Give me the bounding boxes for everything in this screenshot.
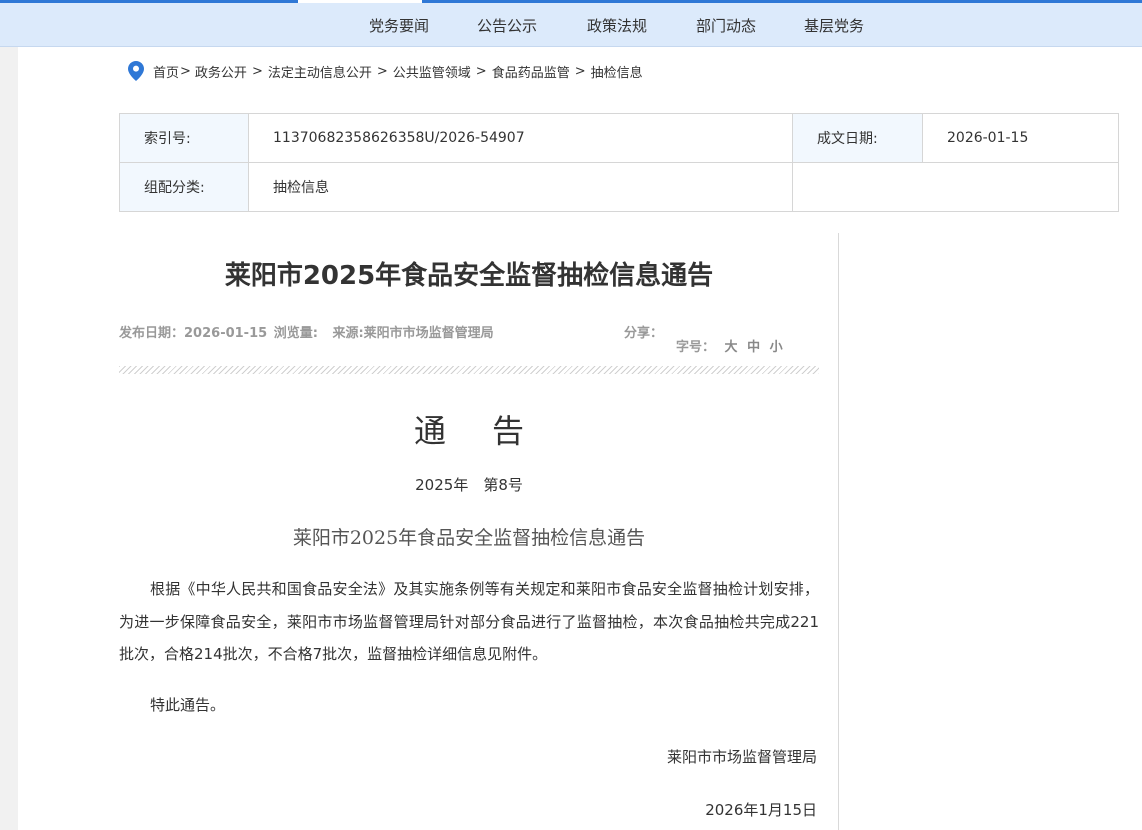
publish-date-label: 发布日期： bbox=[119, 326, 185, 341]
notice-heading: 通告 bbox=[413, 412, 570, 450]
breadcrumb-gov-affairs[interactable]: 政务公开 bbox=[195, 62, 247, 81]
publish-date-value: 2026-01-15 bbox=[184, 326, 268, 341]
views-label: 浏览量: bbox=[273, 326, 318, 341]
breadcrumb-statutory-info[interactable]: 法定主动信息公开 bbox=[268, 62, 372, 81]
font-size-small-button[interactable]: 小 bbox=[770, 340, 783, 355]
breadcrumb: 首页 > 政务公开 > 法定主动信息公开 > 公共监管领域 > 食品药品监管 >… bbox=[128, 60, 643, 82]
nav-active-indicator bbox=[298, 0, 422, 3]
category-value: 抽检信息 bbox=[248, 162, 793, 212]
signing-date: 2026年1月15日 bbox=[705, 801, 817, 819]
breadcrumb-separator: > bbox=[574, 63, 586, 79]
index-number-label: 索引号: bbox=[119, 113, 249, 163]
signing-authority: 莱阳市市场监督管理局 bbox=[666, 748, 817, 766]
category-label: 组配分类: bbox=[119, 162, 249, 212]
breadcrumb-inspection-info[interactable]: 抽检信息 bbox=[591, 62, 643, 81]
column-divider bbox=[838, 233, 839, 830]
notice-number: 2025年 第8号 bbox=[415, 476, 523, 494]
font-size-control: 字号： 大 中 小 bbox=[676, 336, 783, 355]
share-label: 分享： bbox=[624, 326, 664, 341]
source-value: 莱阳市市场监督管理局 bbox=[363, 326, 494, 341]
location-pin-icon bbox=[128, 61, 144, 81]
nav-item-policies[interactable]: 政策法规 bbox=[587, 15, 647, 36]
font-size-large-button[interactable]: 大 bbox=[725, 340, 738, 355]
meta-row: 索引号: 11370682358626358U/2026-54907 成文日期:… bbox=[119, 113, 1119, 163]
empty-cell bbox=[792, 162, 1119, 212]
breadcrumb-home[interactable]: 首页 bbox=[153, 62, 179, 81]
nav-item-party-news[interactable]: 党务要闻 bbox=[369, 15, 429, 36]
document-meta-table: 索引号: 11370682358626358U/2026-54907 成文日期:… bbox=[119, 113, 1119, 212]
breadcrumb-public-regulation[interactable]: 公共监管领域 bbox=[393, 62, 471, 81]
breadcrumb-separator: > bbox=[251, 63, 263, 79]
font-size-label: 字号： bbox=[676, 340, 716, 355]
notice-subtitle: 莱阳市2025年食品安全监督抽检信息通告 bbox=[292, 527, 646, 549]
issue-date-value: 2026-01-15 bbox=[922, 113, 1119, 163]
article-title: 莱阳市2025年食品安全监督抽检信息通告 bbox=[224, 261, 714, 291]
issue-date-label: 成文日期: bbox=[792, 113, 923, 163]
breadcrumb-separator: > bbox=[475, 63, 487, 79]
article-info-line: 发布日期：2026-01-15 浏览量: 来源:莱阳市市场监督管理局 bbox=[119, 322, 494, 341]
source-label: 来源: bbox=[332, 326, 364, 341]
notice-body-paragraph: 根据《中华人民共和国食品安全法》及其实施条例等有关规定和莱阳市食品安全监督抽检计… bbox=[119, 580, 819, 663]
closing-line: 特此通告。 bbox=[150, 696, 226, 714]
meta-row: 组配分类: 抽检信息 bbox=[119, 162, 1119, 212]
nav-item-grassroots[interactable]: 基层党务 bbox=[804, 15, 864, 36]
breadcrumb-food-drug[interactable]: 食品药品监管 bbox=[492, 62, 570, 81]
font-size-medium-button[interactable]: 中 bbox=[747, 340, 760, 355]
breadcrumb-separator: > bbox=[180, 63, 191, 79]
index-number-value: 11370682358626358U/2026-54907 bbox=[248, 113, 793, 163]
breadcrumb-separator: > bbox=[376, 63, 388, 79]
top-nav-bar: 党务要闻 公告公示 政策法规 部门动态 基层党务 bbox=[0, 0, 1142, 47]
nav-item-department-news[interactable]: 部门动态 bbox=[696, 15, 756, 36]
hatched-divider bbox=[119, 366, 819, 374]
nav-item-announcements[interactable]: 公告公示 bbox=[477, 15, 537, 36]
